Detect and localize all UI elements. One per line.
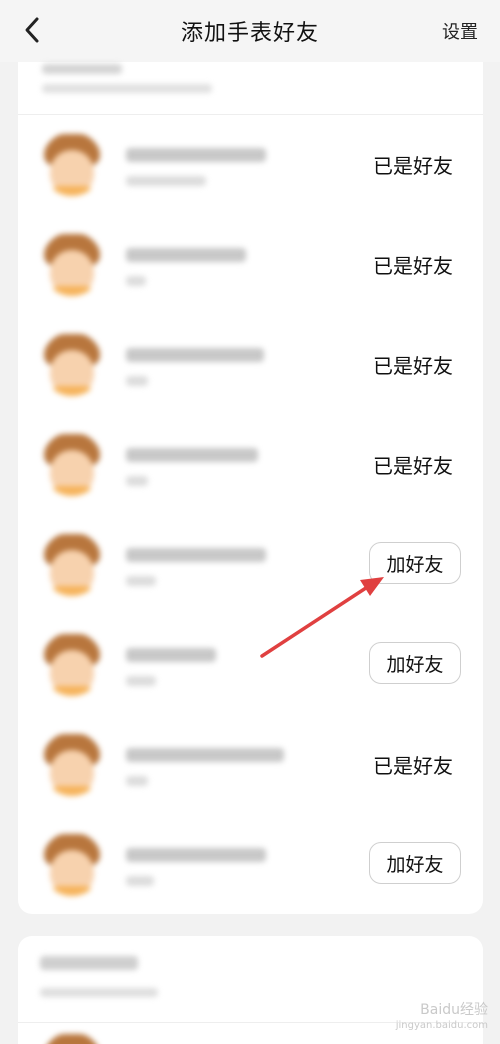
add-friend-button[interactable]: 加好友: [369, 542, 461, 584]
contact-detail-blurred: [126, 876, 154, 886]
avatar: [42, 532, 102, 596]
contact-detail-blurred: [126, 476, 148, 486]
contact-detail-blurred: [126, 576, 156, 586]
settings-button[interactable]: 设置: [442, 18, 478, 44]
friend-row: 加好友: [18, 614, 483, 714]
avatar: [42, 1032, 102, 1044]
contact-name-blurred: [126, 848, 266, 862]
avatar: [42, 432, 102, 496]
contact-name-blurred: [126, 748, 284, 762]
contact-detail-blurred: [126, 276, 146, 286]
avatar: [42, 332, 102, 396]
contact-name-blurred: [126, 148, 266, 162]
friend-row: 已是好友: [18, 214, 483, 314]
contact-detail-blurred: [126, 376, 148, 386]
friend-list-card: 已是好友 已是好友 已是好友 已是好友 加好友 加好友 已是好友 加好友: [18, 62, 483, 914]
chevron-left-icon: [25, 17, 39, 43]
friend-row: 已是好友: [18, 314, 483, 414]
contact-name-blurred: [126, 548, 266, 562]
friend-row: 加好友: [18, 814, 483, 914]
contact-detail-blurred: [126, 676, 156, 686]
watermark-brand: Baidu经验: [420, 1002, 488, 1018]
friend-row: 已是好友: [18, 414, 483, 514]
contact-name-blurred: [126, 248, 246, 262]
already-friend-label: 已是好友: [373, 454, 453, 478]
page-title: 添加手表好友: [180, 21, 319, 46]
back-button[interactable]: [14, 12, 50, 48]
avatar: [42, 632, 102, 696]
avatar: [42, 232, 102, 296]
friend-row: 已是好友: [18, 114, 483, 214]
add-friend-button[interactable]: 加好友: [369, 842, 461, 884]
contact-name-blurred: [126, 448, 258, 462]
avatar: [42, 132, 102, 196]
header-bar: 添加手表好友 设置: [0, 0, 500, 62]
watermark: Baidu经验 jingyan.baidu.com: [396, 1002, 488, 1034]
friend-row: 已是好友: [18, 714, 483, 814]
contact-detail-blurred: [126, 776, 148, 786]
already-friend-label: 已是好友: [373, 254, 453, 278]
section-header-blurred: [38, 62, 458, 114]
already-friend-label: 已是好友: [373, 754, 453, 778]
page: 添加手表好友 设置 已是好友 已是好友 已是好友 已是好友 加好友 加好友 已是好友 加好友 …: [0, 0, 500, 1044]
watermark-url: jingyan.baidu.com: [395, 1020, 488, 1031]
contact-name-blurred: [126, 348, 264, 362]
avatar: [42, 732, 102, 796]
contact-detail-blurred: [126, 176, 206, 186]
avatar: [42, 832, 102, 896]
already-friend-label: 已是好友: [373, 354, 453, 378]
contact-name-blurred: [126, 648, 216, 662]
friend-row: 加好友: [18, 514, 483, 614]
already-friend-label: 已是好友: [373, 154, 453, 178]
add-friend-button[interactable]: 加好友: [369, 642, 461, 684]
